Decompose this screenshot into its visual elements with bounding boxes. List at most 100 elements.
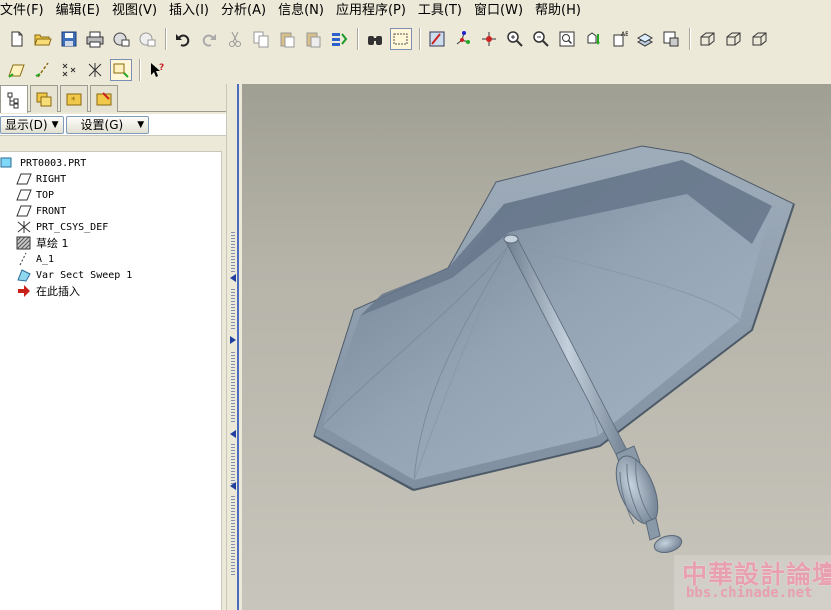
cut-icon[interactable] [224, 28, 246, 50]
zoom-out-icon[interactable] [530, 28, 552, 50]
connections-icon [96, 92, 112, 106]
collapse-left-icon[interactable] [230, 430, 236, 438]
refit-icon[interactable] [556, 28, 578, 50]
tree-item-label: RIGHT [36, 173, 67, 185]
splitter-grip [231, 232, 235, 272]
splitter-line [237, 84, 239, 610]
new-icon[interactable] [6, 28, 28, 50]
undo-icon[interactable] [172, 28, 194, 50]
svg-text:?: ? [159, 63, 164, 73]
datum-plane-icon [16, 172, 32, 186]
panel-splitter[interactable] [226, 84, 242, 610]
menu-analysis[interactable]: 分析(A) [221, 0, 272, 22]
datum-plane-icon [16, 204, 32, 218]
redo-icon[interactable] [198, 28, 220, 50]
repaint-icon[interactable] [426, 28, 448, 50]
favorites-icon: * [66, 93, 82, 106]
datum-axis-icon[interactable] [32, 59, 54, 81]
send-mail-icon[interactable] [110, 28, 132, 50]
main-toolbar: AB [0, 24, 831, 54]
menu-tools[interactable]: 工具(T) [418, 0, 468, 22]
navigator-panel: * 显示(D) ▼ 设置(G) ▼ PRT0003.PRT RIGHT TOP FR… [0, 84, 226, 610]
tree-item-right[interactable]: RIGHT [16, 171, 66, 187]
navigator-tabs: * [0, 84, 226, 113]
sweep-icon [16, 268, 32, 282]
tree-item-front[interactable]: FRONT [16, 203, 66, 219]
print-icon[interactable] [84, 28, 106, 50]
regenerate-icon[interactable] [328, 28, 350, 50]
tree-item-sketch[interactable]: 草绘 1 [16, 235, 69, 251]
navigator-controls: 显示(D) ▼ 设置(G) ▼ [0, 114, 226, 136]
toolbar-separator [419, 28, 421, 50]
model-tree: PRT0003.PRT RIGHT TOP FRONT PRT_CSYS_DEF… [0, 152, 222, 610]
open-icon[interactable] [32, 28, 54, 50]
toolbar-separator [165, 28, 167, 50]
datum-point-icon[interactable] [58, 59, 80, 81]
tree-item-insert-here[interactable]: 在此插入 [16, 283, 80, 299]
show-dropdown[interactable]: 显示(D) ▼ [0, 115, 64, 134]
svg-text:*: * [71, 96, 76, 106]
no-hidden-icon[interactable] [748, 28, 770, 50]
send-attach-icon[interactable] [136, 28, 158, 50]
collapse-left-icon[interactable] [230, 274, 236, 282]
datum-plane-icon [16, 188, 32, 202]
splitter-grip [231, 444, 235, 484]
orient-icon[interactable] [478, 28, 500, 50]
wireframe-icon[interactable] [696, 28, 718, 50]
context-help-icon[interactable]: ? [146, 59, 168, 81]
splitter-grip [231, 352, 235, 422]
watermark-url: bbs.chinade.net [686, 585, 813, 601]
paste-icon[interactable] [276, 28, 298, 50]
tree-item-label: PRT0003.PRT [20, 157, 87, 169]
model-tree-icon [7, 92, 19, 108]
csys-icon[interactable] [84, 59, 106, 81]
menu-view[interactable]: 视图(V) [112, 0, 163, 22]
spin-center-icon[interactable] [452, 28, 474, 50]
tree-item-label: Var Sect Sweep 1 [36, 269, 133, 281]
select-box-icon[interactable] [390, 28, 412, 50]
svg-text:AB: AB [621, 31, 628, 38]
menu-help[interactable]: 帮助(H) [535, 0, 587, 22]
tab-connections[interactable] [90, 85, 118, 112]
csys-icon [16, 220, 32, 234]
tree-item-part[interactable]: PRT0003.PRT [0, 155, 86, 171]
tree-item-csys[interactable]: PRT_CSYS_DEF [16, 219, 108, 235]
menu-info[interactable]: 信息(N) [278, 0, 330, 22]
layers-icon[interactable] [634, 28, 656, 50]
menu-edit[interactable]: 编辑(E) [56, 0, 106, 22]
save-icon[interactable] [58, 28, 80, 50]
graphics-window[interactable] [242, 84, 831, 610]
tab-favorites[interactable]: * [60, 85, 88, 112]
tree-item-axis[interactable]: A_1 [16, 251, 54, 267]
tree-item-top[interactable]: TOP [16, 187, 54, 203]
chevron-down-icon: ▼ [51, 119, 59, 130]
menu-insert[interactable]: 插入(I) [169, 0, 215, 22]
copy-icon[interactable] [250, 28, 272, 50]
datum-plane-icon[interactable] [6, 59, 28, 81]
zoom-in-icon[interactable] [504, 28, 526, 50]
tab-model-tree[interactable] [0, 85, 28, 113]
reorient-icon[interactable] [582, 28, 604, 50]
menu-window[interactable]: 窗口(W) [474, 0, 529, 22]
chevron-down-icon: ▼ [137, 119, 145, 130]
sketch-icon [16, 236, 32, 250]
collapse-left-icon[interactable] [230, 482, 236, 490]
settings-dropdown-label: 设置(G) [80, 118, 124, 132]
menu-file[interactable]: 文件(F) [0, 0, 50, 22]
annotation-icon[interactable] [110, 59, 132, 81]
watermark: 中華設計論壇 bbs.chinade.net [674, 555, 831, 610]
settings-dropdown[interactable]: 设置(G) ▼ [65, 115, 150, 134]
view-manager-icon[interactable] [660, 28, 682, 50]
umbrella-model[interactable] [242, 84, 831, 610]
tree-item-label: PRT_CSYS_DEF [36, 221, 109, 233]
expand-right-icon[interactable] [230, 336, 236, 344]
part-icon [0, 156, 16, 170]
tree-item-sweep[interactable]: Var Sect Sweep 1 [16, 267, 132, 283]
hidden-line-icon[interactable] [722, 28, 744, 50]
tab-folder-browser[interactable] [30, 85, 58, 112]
tree-item-label: 草绘 1 [36, 237, 69, 250]
menu-applications[interactable]: 应用程序(P) [336, 0, 412, 22]
paste-special-icon[interactable] [302, 28, 324, 50]
named-view-icon[interactable]: AB [608, 28, 630, 50]
find-icon[interactable] [364, 28, 386, 50]
